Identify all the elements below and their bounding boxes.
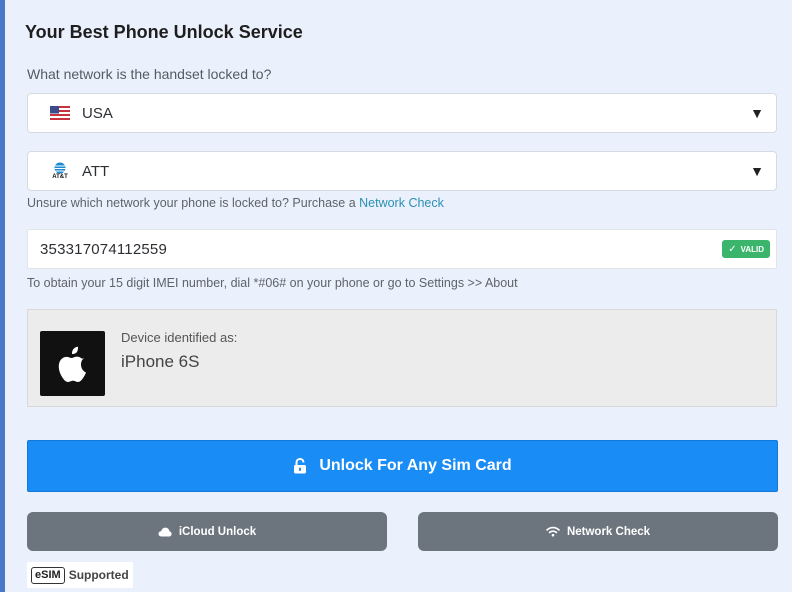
imei-input[interactable]: 353317074112559 ✓ VALID [27,229,777,269]
apple-logo-icon [40,331,105,396]
network-select[interactable]: AT&T ATT ▼ [27,151,777,191]
att-logo-icon: AT&T [50,160,70,182]
esim-icon: eSIM [31,566,65,584]
att-logo-text: AT&T [52,173,68,180]
network-check-link[interactable]: Network Check [359,196,444,210]
esim-supported-label: Supported [68,568,129,582]
unlock-button[interactable]: Unlock For Any Sim Card [27,440,778,492]
unlock-service-panel: Your Best Phone Unlock Service What netw… [0,0,792,592]
check-icon: ✓ [728,243,737,255]
network-select-value: ATT [82,162,110,180]
lock-icon [294,458,307,474]
page-title: Your Best Phone Unlock Service [25,22,303,42]
valid-badge-text: VALID [740,244,764,254]
imei-hint: To obtain your 15 digit IMEI number, dia… [27,276,518,290]
usa-flag-icon [50,106,70,120]
wifi-icon [546,526,560,537]
network-question-label: What network is the handset locked to? [27,66,272,82]
device-identified-label: Device identified as: [121,330,238,345]
chevron-down-icon: ▼ [750,163,764,179]
network-hint: Unsure which network your phone is locke… [27,196,444,210]
valid-badge: ✓ VALID [722,240,770,258]
country-select[interactable]: USA ▼ [27,93,777,133]
chevron-down-icon: ▼ [750,105,764,121]
icloud-unlock-label: iCloud Unlock [178,525,257,538]
network-check-button[interactable]: Network Check [418,512,778,551]
cloud-icon [158,527,172,536]
network-check-label: Network Check [566,525,651,538]
network-hint-text: Unsure which network your phone is locke… [27,196,360,210]
imei-value: 353317074112559 [40,240,168,258]
unlock-button-label: Unlock For Any Sim Card [319,457,512,474]
esim-supported-badge: eSIM Supported [27,562,133,588]
device-identified-box: Device identified as: iPhone 6S [27,309,777,407]
apple-glyph [58,346,86,382]
att-globe-icon [54,162,66,173]
icloud-unlock-button[interactable]: iCloud Unlock [27,512,387,551]
country-select-value: USA [82,104,113,122]
device-name: iPhone 6S [121,352,200,371]
